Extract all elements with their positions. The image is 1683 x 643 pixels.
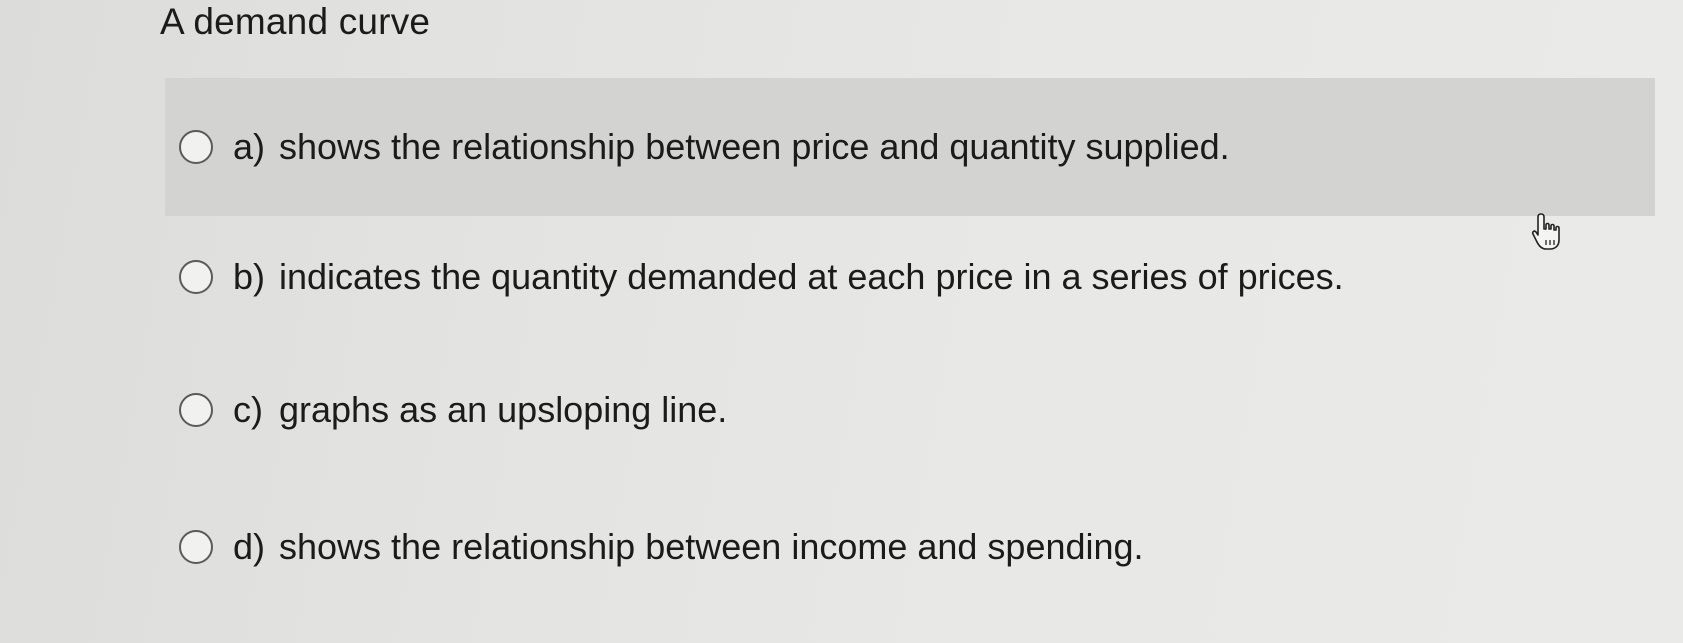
radio-button-d[interactable] <box>179 530 213 564</box>
radio-button-c[interactable] <box>179 393 213 427</box>
option-text-a: shows the relationship between price and… <box>279 126 1230 167</box>
radio-button-a[interactable] <box>179 130 213 164</box>
option-letter-a: a) <box>233 126 266 167</box>
option-a[interactable]: a) shows the relationship between price … <box>165 78 1655 216</box>
radio-button-b[interactable] <box>179 260 213 294</box>
option-c[interactable]: c) graphs as an upsloping line. <box>165 365 1655 455</box>
option-d[interactable]: d) shows the relationship between income… <box>165 502 1655 592</box>
option-text-c: graphs as an upsloping line. <box>279 389 728 430</box>
option-text-d: shows the relationship between income an… <box>279 526 1144 567</box>
answer-options: a) shows the relationship between price … <box>0 0 1683 643</box>
hand-pointer-icon <box>1531 213 1560 250</box>
option-b[interactable]: b) indicates the quantity demanded at ea… <box>165 232 1655 322</box>
option-letter-b: b) <box>233 256 266 297</box>
option-text-b: indicates the quantity demanded at each … <box>279 256 1344 297</box>
option-letter-c: c) <box>233 389 263 430</box>
option-letter-d: d) <box>233 526 266 567</box>
